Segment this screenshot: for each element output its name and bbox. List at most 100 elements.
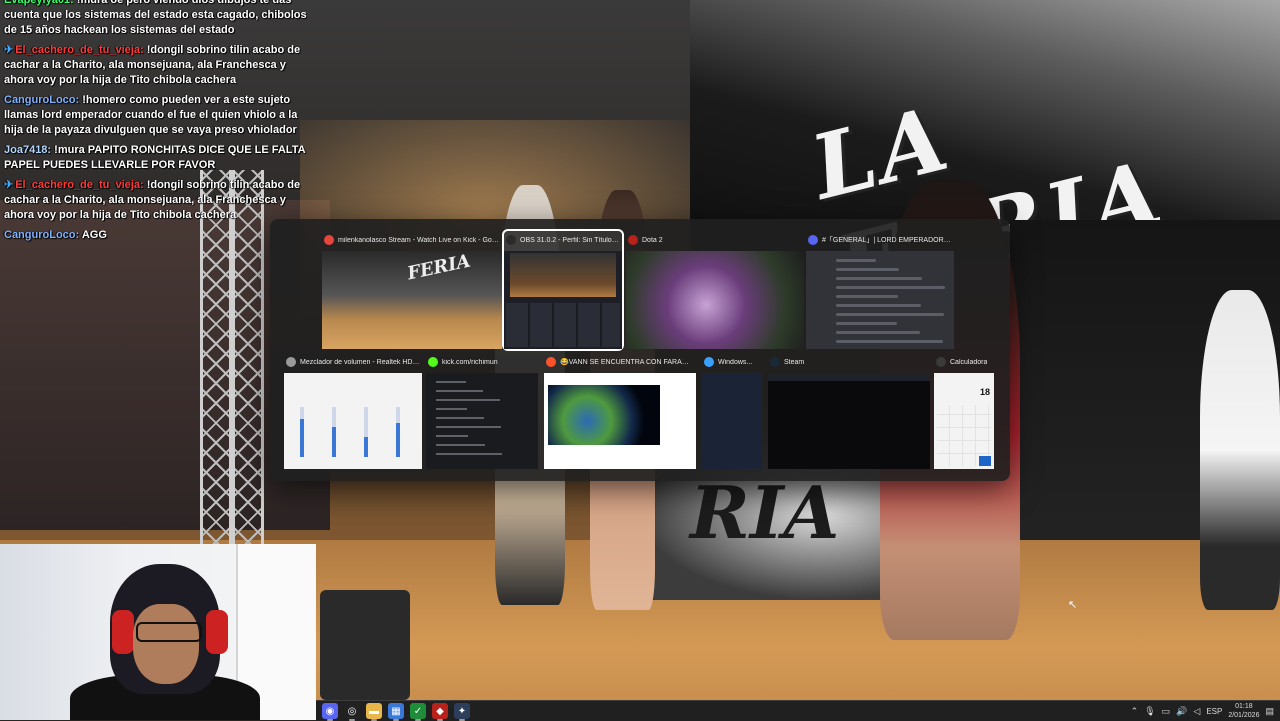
switcher-window-dota[interactable]: Dota 2 <box>626 231 804 349</box>
chrome-icon <box>324 235 334 245</box>
kick-chat-line <box>436 435 468 437</box>
kick-chat-line <box>436 399 500 401</box>
windows-icon <box>704 357 714 367</box>
window-title: OBS 31.0.2 - Perfil: Sin Título -... <box>520 236 620 244</box>
earth-video-frame <box>548 385 660 445</box>
dota-icon <box>628 235 638 245</box>
switcher-window-calc[interactable]: Calculadora 18 <box>934 353 994 469</box>
clock[interactable]: 01:18 2/01/2026 <box>1228 702 1259 720</box>
volume-slider-fill <box>300 419 304 457</box>
switcher-window-discord[interactable]: #「GENERAL」| LORD EMPERADOR Server... <box>806 231 954 349</box>
kick-taskbar-icon[interactable]: ✓ <box>410 703 426 721</box>
language-indicator[interactable]: ESP <box>1206 707 1222 716</box>
discord-thumbnail <box>806 251 954 349</box>
discord-message-line <box>836 313 944 316</box>
brave-thumbnail <box>544 373 696 469</box>
switcher-window-brave[interactable]: 😂VANN SE ENCUENTRA CON FARAÓN LO... <box>544 353 696 469</box>
discord-message-line <box>836 268 899 271</box>
window-title: 😂VANN SE ENCUENTRA CON FARAÓN LO... <box>560 359 694 366</box>
chat-badge-icon: ✈ <box>4 44 14 56</box>
headset-left <box>112 610 134 654</box>
steam-taskbar-icon[interactable]: ✦ <box>454 703 470 721</box>
switcher-window-mixer[interactable]: Mezclador de volumen - Realtek HD A... <box>284 353 422 469</box>
window-title-bar: Windows... <box>704 353 760 371</box>
person-white-shirt <box>1200 290 1280 610</box>
discord-icon <box>808 235 818 245</box>
volume-slider-fill <box>396 423 400 457</box>
window-title-bar: #「GENERAL」| LORD EMPERADOR Server... <box>808 231 952 249</box>
mouse-cursor: ↖ <box>1068 599 1078 611</box>
steam-thumbnail <box>768 373 930 469</box>
window-title-bar: kick.com/richimun <box>428 353 536 371</box>
chat-username[interactable]: El_cachero_de_tu_vieja: <box>15 44 143 56</box>
chat-badge-icon: ✈ <box>4 179 14 191</box>
speaker-icon[interactable]: ◁ <box>1193 706 1200 717</box>
discord-message-line <box>836 295 898 298</box>
obs-icon <box>506 235 516 245</box>
calc-thumbnail: 18 <box>934 373 994 469</box>
chat-message: ✈ El_cachero_de_tu_vieja: !dongil sobrino… <box>0 42 318 92</box>
obs-taskbar-icon[interactable]: ◎ <box>344 703 360 721</box>
dota-taskbar-icon[interactable]: ◆ <box>432 703 448 721</box>
webcam-glasses <box>136 622 202 642</box>
chat-username[interactable]: CanguroLoco: <box>4 94 79 106</box>
chat-username[interactable]: CanguroLoco: <box>4 229 79 241</box>
discord-taskbar-icon[interactable]: ◉ <box>322 703 338 721</box>
chat-overlay: Evapeyiya01: !mura oe pero viendo dios d… <box>0 0 318 247</box>
chat-message: CanguroLoco: !homero como pueden ver a e… <box>0 92 318 142</box>
window-title: Windows... <box>718 358 753 366</box>
dota-thumbnail <box>626 251 804 349</box>
discord-message-line <box>836 259 876 262</box>
network-icon[interactable]: ▭ <box>1162 706 1171 717</box>
window-title: Mezclador de volumen - Realtek HD A... <box>300 358 420 366</box>
switcher-window-steam[interactable]: Steam <box>768 353 930 469</box>
obs-dock <box>506 303 620 347</box>
window-title-bar: milenkanolasco Stream - Watch Live on Ki… <box>324 231 500 249</box>
discord-message-line <box>836 322 897 325</box>
volume-slider-fill <box>364 437 368 457</box>
notifications-icon[interactable]: ▤ <box>1265 706 1274 717</box>
chat-username[interactable]: Evapeyiya01: <box>4 0 74 6</box>
kick-chat-line <box>436 453 502 455</box>
window-title-bar: OBS 31.0.2 - Perfil: Sin Título -... <box>506 231 620 249</box>
steam-icon <box>770 357 780 367</box>
webcam-face <box>133 604 199 684</box>
discord-message-line <box>836 340 943 343</box>
clock-date: 2/01/2026 <box>1228 712 1260 719</box>
switcher-window-kick[interactable]: kick.com/richimun <box>426 353 538 469</box>
calculator-taskbar-icon[interactable]: ▦ <box>388 703 404 721</box>
headset-right <box>206 610 228 654</box>
chat-username[interactable]: Joa7418: <box>4 144 51 156</box>
window-title: milenkanolasco Stream - Watch Live on Ki… <box>338 236 500 244</box>
volume-slider-fill <box>332 427 336 457</box>
webcam-feed <box>0 544 316 720</box>
microphone-icon[interactable]: 🎙 <box>1144 706 1155 717</box>
volume-icon[interactable]: 🔊 <box>1176 706 1187 717</box>
folder-taskbar-icon[interactable]: ▬ <box>366 703 382 721</box>
windows-thumbnail <box>702 373 762 469</box>
window-title: Calculadora <box>950 358 988 366</box>
chevron-up-icon[interactable]: ⌃ <box>1131 706 1139 717</box>
fog-machine <box>320 590 410 700</box>
mixer-thumbnail <box>284 373 422 469</box>
discord-message-line <box>836 304 921 307</box>
kick-icon <box>428 357 438 367</box>
calculator-icon <box>936 357 946 367</box>
switcher-window-obs[interactable]: OBS 31.0.2 - Perfil: Sin Título -... <box>502 229 624 351</box>
taskbar-apps: ◉ ◎ ▬ ▦ ✓ ◆ ✦ <box>322 703 470 721</box>
window-title-bar: Steam <box>770 353 928 371</box>
switcher-window-windows[interactable]: Windows... <box>702 353 762 469</box>
task-switcher: milenkanolasco Stream - Watch Live on Ki… <box>270 219 1010 481</box>
chat-message: Evapeyiya01: !mura oe pero viendo dios d… <box>0 0 318 42</box>
kick-chat-line <box>436 390 483 392</box>
switcher-window-feria[interactable]: milenkanolasco Stream - Watch Live on Ki… <box>322 231 502 349</box>
chat-message: ✈ El_cachero_de_tu_vieja: !dongil sobrino… <box>0 177 318 227</box>
obs-preview <box>510 253 616 297</box>
chat-username[interactable]: El_cachero_de_tu_vieja: <box>15 179 143 191</box>
obs-thumbnail <box>504 251 622 349</box>
speaker-icon <box>286 357 296 367</box>
window-title: kick.com/richimun <box>442 358 498 366</box>
window-title: Dota 2 <box>642 236 663 244</box>
taskbar: ◉ ◎ ▬ ▦ ✓ ◆ ✦ ⌃ 🎙 ▭ 🔊 ◁ ESP 01:18 2/01/2026 ▤ <box>316 700 1280 721</box>
clock-time: 01:18 <box>1235 703 1253 710</box>
